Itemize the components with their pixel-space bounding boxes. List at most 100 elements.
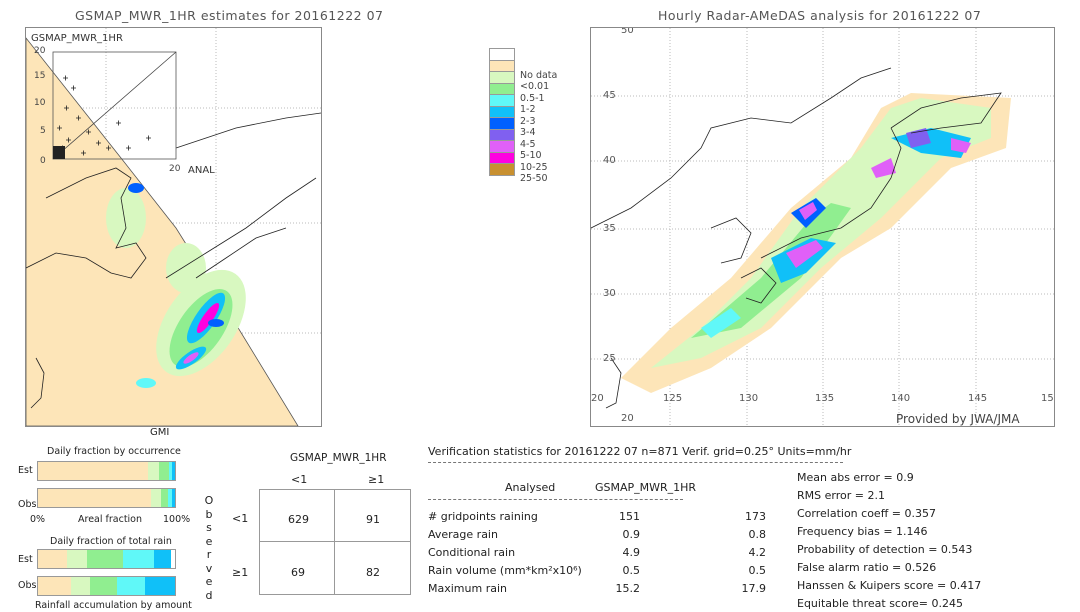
bar-segment [171, 489, 175, 507]
corner-label: 20 [591, 393, 604, 404]
bar-segment [172, 462, 175, 480]
obs-label: Obs [18, 499, 37, 510]
radar-rain-areas [621, 93, 1011, 393]
score: Probability of detection = 0.543 [797, 543, 973, 556]
score: Frequency bias = 1.146 [797, 525, 928, 538]
legend-swatch [489, 163, 515, 176]
score: False alarm ratio = 0.526 [797, 561, 937, 574]
left-map: GSMAP_MWR_1HR 0 5 10 15 20 20 ANAL [25, 27, 322, 427]
legend-label: 2-3 [520, 115, 536, 127]
legend-label: No data [520, 69, 558, 81]
lon-tick: 140 [891, 393, 911, 404]
bar-segment [147, 462, 159, 480]
stat-label: # gridpoints raining [428, 510, 538, 523]
left-map-canvas [26, 28, 321, 426]
col-analysed: Analysed [505, 481, 556, 494]
inset-xlabel: ANAL [188, 165, 215, 176]
stat-label: Maximum rain [428, 582, 507, 595]
total-rain-est-bar [37, 549, 176, 569]
occurrence-obs-bar [37, 488, 176, 508]
lat-tick: 40 [603, 155, 616, 166]
lat-tick: 35 [603, 223, 616, 234]
observed-letter: s [206, 521, 212, 534]
bar-segment [116, 577, 145, 595]
legend-label: 0.5-1 [520, 92, 545, 104]
observed-letter: e [205, 575, 213, 588]
bar-segment [38, 577, 72, 595]
total-rain-obs-bar [37, 576, 176, 596]
color-legend: No data <0.01 0.5-1 1-2 2-3 3-4 4-5 5-10 10-25 25… [489, 48, 579, 184]
legend-label: 1-2 [520, 104, 536, 115]
stat-value: 0.8 [748, 528, 767, 541]
bar-segment [71, 577, 91, 595]
cell-obs-ge1-est-ge1: 82 [366, 566, 380, 579]
stat-label: Rain volume (mm*km²x10⁶) [428, 564, 582, 577]
bar-segment [161, 489, 169, 507]
cell-obs-lt1-est-ge1: 91 [366, 513, 380, 526]
contingency-header: GSMAP_MWR_1HR [290, 452, 387, 464]
inset-tick: 0 [40, 156, 46, 166]
legend-label: 10-25 [520, 161, 548, 173]
stat-value: 4.9 [622, 546, 641, 559]
bar-segment [154, 550, 171, 568]
bar-segment [86, 550, 124, 568]
stat-value: 0.5 [622, 564, 641, 577]
occurrence-est-bar [37, 461, 176, 481]
cell-obs-ge1-est-lt1: 69 [291, 566, 305, 579]
corner-label: 20 [621, 413, 634, 424]
stat-value: 0.5 [748, 564, 767, 577]
score: Hanssen & Kuipers score = 0.417 [797, 579, 982, 592]
axis-left: 0% [30, 514, 46, 525]
total-rain-title: Daily fraction of total rain [50, 536, 172, 547]
lat-tick: 25 [603, 353, 616, 364]
right-map-canvas [591, 28, 1054, 426]
observed-letter: O [204, 494, 214, 507]
col-label: <1 [291, 473, 308, 486]
bar-segment [123, 550, 155, 568]
right-map-title: Hourly Radar-AMeDAS analysis for 2016122… [658, 8, 982, 23]
bar-segment [90, 577, 117, 595]
observed-letter: b [205, 507, 213, 521]
bar-segment [66, 550, 87, 568]
bar-segment [144, 577, 175, 595]
inset-tick: 15 [34, 71, 46, 81]
stat-value: 15.2 [615, 582, 641, 595]
observed-letter: d [205, 588, 213, 602]
stat-value: 173 [745, 510, 766, 523]
satellite-swath [26, 37, 299, 426]
contingency-table: 629 91 69 82 [259, 489, 411, 595]
corner-label: 50 [621, 27, 634, 36]
score: Correlation coeff = 0.357 [797, 507, 936, 520]
legend-label: 3-4 [520, 127, 536, 138]
inset-tick: 20 [169, 164, 181, 174]
stat-label: Conditional rain [428, 546, 516, 559]
bar-segment [158, 462, 170, 480]
stat-value: 0.9 [622, 528, 641, 541]
lon-tick: 125 [663, 393, 683, 404]
inset-tick: 20 [34, 46, 46, 56]
cell-obs-lt1-est-lt1: 629 [288, 513, 309, 526]
lon-tick: 15 [1041, 393, 1054, 404]
data-credit: Provided by JWA/JMA [896, 412, 1020, 426]
observed-letter: e [205, 534, 213, 548]
observed-letter: r [206, 548, 212, 561]
legend-label: 5-10 [520, 150, 542, 161]
axis-right: 100% [163, 514, 191, 525]
inset-label: GSMAP_MWR_1HR [31, 33, 123, 44]
right-map: 45 40 35 30 25 20 20 50 125 130 135 140 … [590, 27, 1055, 427]
bar-segment [38, 462, 148, 480]
lon-tick: 135 [815, 393, 835, 404]
score: Equitable threat score= 0.245 [797, 597, 963, 610]
col-label: ≥1 [368, 473, 385, 486]
total-rain-footer: Rainfall accumulation by amount [35, 600, 192, 611]
stat-value: 17.9 [741, 582, 767, 595]
stat-value: 151 [619, 510, 640, 523]
legend-label: 4-5 [520, 138, 536, 150]
score: Mean abs error = 0.9 [797, 471, 914, 484]
bar-segment [151, 489, 162, 507]
axis-mid: Areal fraction [78, 514, 143, 525]
col-est: GSMAP_MWR_1HR [595, 481, 697, 494]
lon-tick: 130 [739, 393, 759, 404]
inset-tick: 10 [34, 98, 46, 108]
stat-label: Average rain [428, 528, 498, 541]
